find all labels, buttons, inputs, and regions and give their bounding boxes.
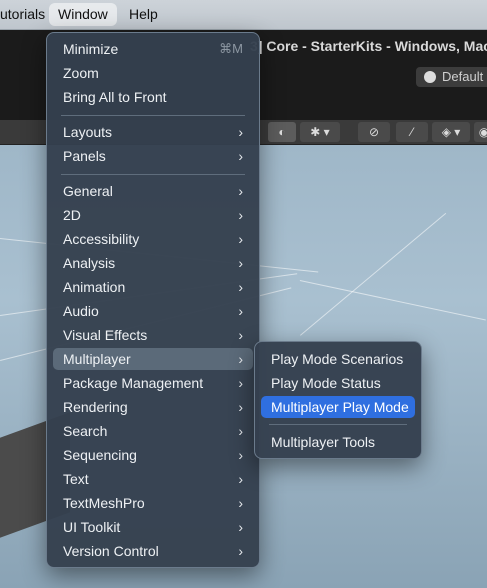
menu-item-multiplayer-play-mode[interactable]: Multiplayer Play Mode xyxy=(261,396,415,418)
chevron-right-icon: › xyxy=(238,375,243,391)
layout-label: Default xyxy=(442,69,484,84)
menu-separator xyxy=(61,174,245,175)
menu-item-analysis[interactable]: Analysis › xyxy=(53,252,253,274)
menu-item-label: Search xyxy=(63,423,108,439)
chevron-right-icon: › xyxy=(238,447,243,463)
menu-item-minimize[interactable]: Minimize ⌘M xyxy=(53,38,253,60)
menu-item-layouts[interactable]: Layouts › xyxy=(53,121,253,143)
chevron-right-icon: › xyxy=(238,471,243,487)
bug-icon: ✱ ▾ xyxy=(310,125,330,139)
chevron-right-icon: › xyxy=(238,327,243,343)
menu-item-label: Minimize xyxy=(63,41,119,57)
menu-item-label: Analysis xyxy=(63,255,116,271)
menu-item-zoom[interactable]: Zoom xyxy=(53,62,253,84)
menu-item-play-mode-status[interactable]: Play Mode Status xyxy=(261,372,415,394)
menu-item-bring-all-to-front[interactable]: Bring All to Front xyxy=(53,86,253,108)
chevron-right-icon: › xyxy=(238,148,243,164)
chevron-right-icon: › xyxy=(238,519,243,535)
menu-separator xyxy=(61,115,245,116)
layout-dropdown[interactable]: Default xyxy=(416,67,487,87)
lighting-toggle-button[interactable]: ◐ xyxy=(268,122,296,142)
chevron-right-icon: › xyxy=(238,303,243,319)
grid-line xyxy=(300,212,447,336)
menu-item-label: Text xyxy=(63,471,89,487)
menu-item-label: TextMeshPro xyxy=(63,495,145,511)
menu-item-multiplayer-tools[interactable]: Multiplayer Tools xyxy=(261,431,415,453)
chevron-right-icon: › xyxy=(238,351,243,367)
moon-icon: ◐ xyxy=(278,125,286,139)
menu-item-label: Package Management xyxy=(63,375,204,391)
menu-item-play-mode-scenarios[interactable]: Play Mode Scenarios xyxy=(261,348,415,370)
fx-icon: ⁄ xyxy=(410,125,413,139)
unity-logo-icon xyxy=(424,71,436,83)
chevron-right-icon: › xyxy=(238,279,243,295)
menu-window[interactable]: Window xyxy=(49,3,117,26)
menu-item-label: Multiplayer xyxy=(63,351,131,367)
grid-line xyxy=(299,280,486,321)
chevron-right-icon: › xyxy=(238,423,243,439)
chevron-right-icon: › xyxy=(238,183,243,199)
chevron-right-icon: › xyxy=(238,399,243,415)
menu-item-label: Play Mode Scenarios xyxy=(271,351,404,367)
chevron-right-icon: › xyxy=(238,207,243,223)
audio-toggle-button[interactable]: ⊘ xyxy=(358,122,390,142)
chevron-right-icon: › xyxy=(238,543,243,559)
menu-item-label: Multiplayer Play Mode xyxy=(271,399,409,415)
layers-icon: ◈ ▾ xyxy=(441,125,461,139)
chevron-right-icon: › xyxy=(238,231,243,247)
menu-item-label: General xyxy=(63,183,113,199)
menu-separator xyxy=(269,424,407,425)
menu-item-label: UI Toolkit xyxy=(63,519,121,535)
menu-item-label: Multiplayer Tools xyxy=(271,434,376,450)
menu-item-label: Play Mode Status xyxy=(271,375,381,391)
menu-item-animation[interactable]: Animation › xyxy=(53,276,253,298)
fx-toggle-button[interactable]: ⁄ xyxy=(396,122,428,142)
menu-item-label: Bring All to Front xyxy=(63,89,167,105)
menu-item-label: Accessibility xyxy=(63,231,140,247)
menu-item-2d[interactable]: 2D › xyxy=(53,204,253,226)
menu-item-label: Animation xyxy=(63,279,126,295)
eye-icon: ◉ xyxy=(478,125,487,139)
menu-item-accessibility[interactable]: Accessibility › xyxy=(53,228,253,250)
visibility-button[interactable]: ◉ xyxy=(474,122,487,142)
window-menu: Minimize ⌘M Zoom Bring All to Front Layo… xyxy=(46,32,260,568)
chevron-right-icon: › xyxy=(238,124,243,140)
menu-item-label: Sequencing xyxy=(63,447,137,463)
menu-item-visual-effects[interactable]: Visual Effects › xyxy=(53,324,253,346)
menu-item-label: Panels xyxy=(63,148,106,164)
menu-item-sequencing[interactable]: Sequencing › xyxy=(53,444,253,466)
menu-item-package-management[interactable]: Package Management › xyxy=(53,372,253,394)
menu-item-version-control[interactable]: Version Control › xyxy=(53,540,253,562)
menu-item-text[interactable]: Text › xyxy=(53,468,253,490)
menu-item-label: 2D xyxy=(63,207,81,223)
menu-item-label: Version Control xyxy=(63,543,159,559)
menu-item-label: Rendering xyxy=(63,399,128,415)
debug-dropdown-button[interactable]: ✱ ▾ xyxy=(300,122,340,142)
audio-off-icon: ⊘ xyxy=(368,125,380,139)
menu-tutorials[interactable]: utorials xyxy=(0,0,54,29)
menu-item-rendering[interactable]: Rendering › xyxy=(53,396,253,418)
menu-item-label: Layouts xyxy=(63,124,113,140)
menu-item-general[interactable]: General › xyxy=(53,180,253,202)
menu-bar: utorials Window Help xyxy=(0,0,487,30)
menu-item-audio[interactable]: Audio › xyxy=(53,300,253,322)
menu-item-ui-toolkit[interactable]: UI Toolkit › xyxy=(53,516,253,538)
menu-help[interactable]: Help xyxy=(120,0,167,29)
window-title: 3] Core - StarterKits - Windows, Mac xyxy=(250,38,487,54)
gizmo-dropdown-button[interactable]: ◈ ▾ xyxy=(432,122,470,142)
multiplayer-submenu: Play Mode Scenarios Play Mode Status Mul… xyxy=(254,341,422,459)
menu-item-textmeshpro[interactable]: TextMeshPro › xyxy=(53,492,253,514)
chevron-right-icon: › xyxy=(238,495,243,511)
menu-item-label: Zoom xyxy=(63,65,99,81)
menu-item-label: Visual Effects xyxy=(63,327,148,343)
menu-item-search[interactable]: Search › xyxy=(53,420,253,442)
shortcut-label: ⌘M xyxy=(219,41,243,56)
menu-item-panels[interactable]: Panels › xyxy=(53,145,253,167)
menu-item-multiplayer[interactable]: Multiplayer › xyxy=(53,348,253,370)
menu-item-label: Audio xyxy=(63,303,99,319)
chevron-right-icon: › xyxy=(238,255,243,271)
